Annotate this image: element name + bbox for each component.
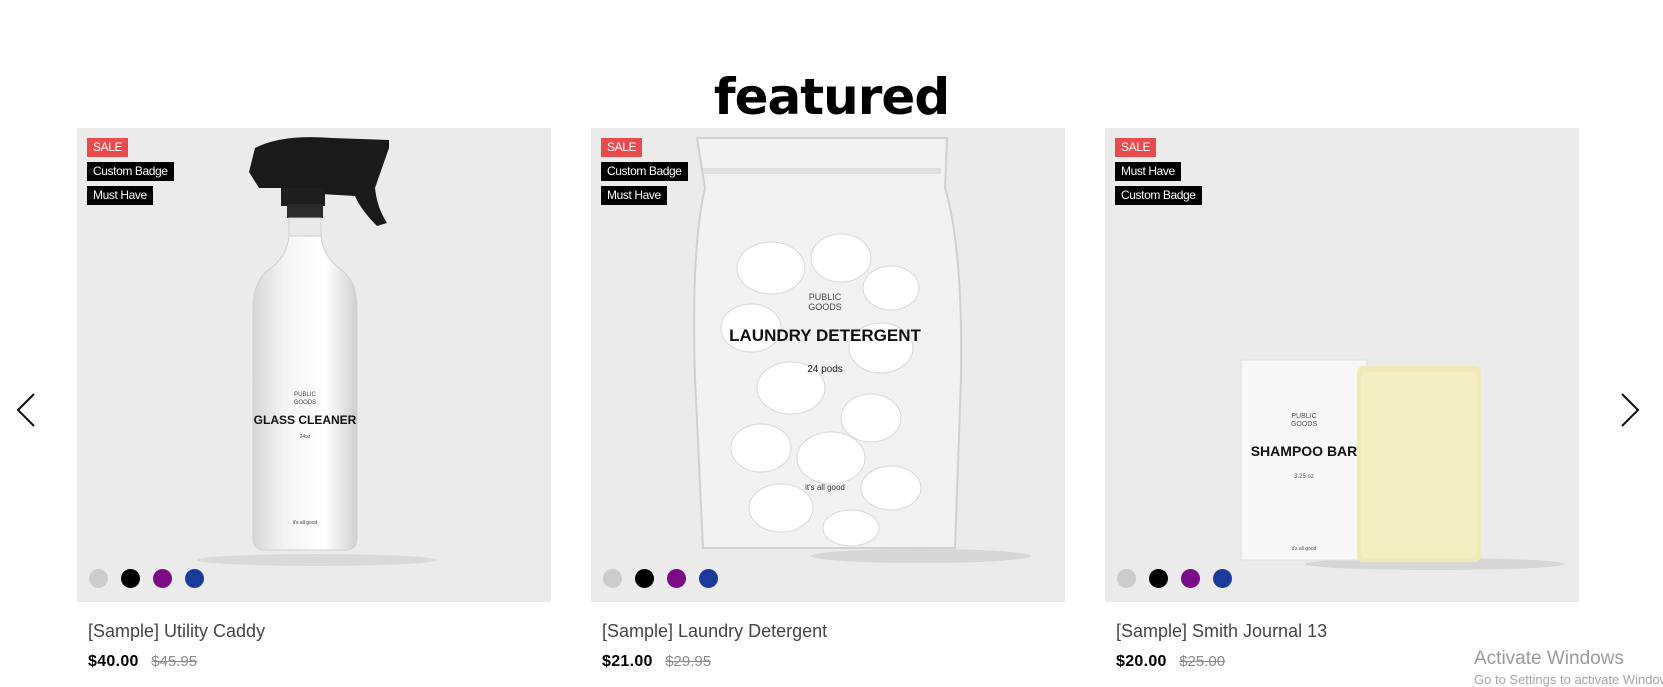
sale-badge: SALE (601, 138, 643, 157)
must-have-badge: Must Have (601, 186, 667, 205)
product-label-name: SHAMPOO BAR (1251, 443, 1358, 459)
product-label-size: 24 pods (807, 364, 843, 375)
product-label-tagline: it's all good (805, 483, 845, 492)
swatch-gray[interactable] (1117, 569, 1136, 588)
carousel-prev-button[interactable] (12, 390, 48, 430)
custom-badge: Custom Badge (601, 162, 688, 181)
product-label-tagline: it's all good (1292, 546, 1317, 552)
swatch-gray[interactable] (89, 569, 108, 588)
swatch-gray[interactable] (603, 569, 622, 588)
must-have-badge: Must Have (87, 186, 153, 205)
sale-price: $21.00 (602, 653, 653, 670)
product-price: $21.00 $29.95 (591, 652, 1065, 672)
swatch-black[interactable] (121, 569, 140, 588)
product-title[interactable]: [Sample] Smith Journal 13 (1105, 620, 1579, 642)
sale-price: $40.00 (88, 653, 139, 670)
badge-list: SALE Custom Badge Must Have (87, 138, 174, 210)
swatch-purple[interactable] (153, 569, 172, 588)
svg-text:PUBLIC: PUBLIC (1291, 413, 1316, 420)
swatch-blue[interactable] (1213, 569, 1232, 588)
svg-text:GOODS: GOODS (294, 400, 316, 406)
product-image[interactable]: PUBLIC GOODS SHAMPOO BAR 3.25 oz it's al… (1105, 128, 1579, 602)
color-swatches (603, 569, 718, 588)
product-title[interactable]: [Sample] Laundry Detergent (591, 620, 1065, 642)
chevron-right-icon (1621, 393, 1640, 427)
product-card[interactable]: PUBLIC GOODS SHAMPOO BAR 3.25 oz it's al… (1105, 128, 1579, 672)
sale-badge: SALE (87, 138, 129, 157)
product-card[interactable]: PUBLIC GOODS LAUNDRY DETERGENT 24 pods i… (591, 128, 1065, 672)
color-swatches (89, 569, 204, 588)
activate-windows-subtext: Go to Settings to activate Windows. (1474, 672, 1663, 687)
product-label-size: 3.25 oz (1294, 474, 1314, 480)
product-title[interactable]: [Sample] Utility Caddy (77, 620, 551, 642)
product-card[interactable]: PUBLIC GOODS GLASS CLEANER 24oz it's all… (77, 128, 551, 672)
original-price: $25.00 (1179, 653, 1226, 670)
product-label-name: GLASS CLEANER (254, 413, 357, 427)
product-price: $40.00 $45.95 (77, 652, 551, 672)
swatch-purple[interactable] (1181, 569, 1200, 588)
badge-list: SALE Must Have Custom Badge (1115, 138, 1202, 210)
product-label-brand: PUBLIC (294, 392, 316, 398)
svg-text:GOODS: GOODS (808, 302, 842, 312)
custom-badge: Custom Badge (87, 162, 174, 181)
color-swatches (1117, 569, 1232, 588)
swatch-black[interactable] (1149, 569, 1168, 588)
product-label-name: LAUNDRY DETERGENT (729, 326, 921, 345)
carousel-next-button[interactable] (1608, 390, 1644, 430)
product-image[interactable]: PUBLIC GOODS GLASS CLEANER 24oz it's all… (77, 128, 551, 602)
product-label-size: 24oz (300, 434, 311, 440)
product-image[interactable]: PUBLIC GOODS LAUNDRY DETERGENT 24 pods i… (591, 128, 1065, 602)
sale-price: $20.00 (1116, 653, 1167, 670)
swatch-purple[interactable] (667, 569, 686, 588)
svg-text:GOODS: GOODS (1291, 421, 1317, 428)
product-label-tagline: it's all good (293, 520, 318, 526)
swatch-blue[interactable] (185, 569, 204, 588)
chevron-left-icon (16, 393, 35, 427)
original-price: $45.95 (151, 653, 198, 670)
section-title: featured (713, 67, 950, 126)
swatch-blue[interactable] (699, 569, 718, 588)
swatch-black[interactable] (635, 569, 654, 588)
svg-text:PUBLIC: PUBLIC (809, 292, 842, 302)
activate-windows-watermark: Activate Windows (1474, 648, 1624, 669)
must-have-badge: Must Have (1115, 162, 1181, 181)
custom-badge: Custom Badge (1115, 186, 1202, 205)
original-price: $29.95 (665, 653, 712, 670)
badge-list: SALE Custom Badge Must Have (601, 138, 688, 210)
sale-badge: SALE (1115, 138, 1157, 157)
